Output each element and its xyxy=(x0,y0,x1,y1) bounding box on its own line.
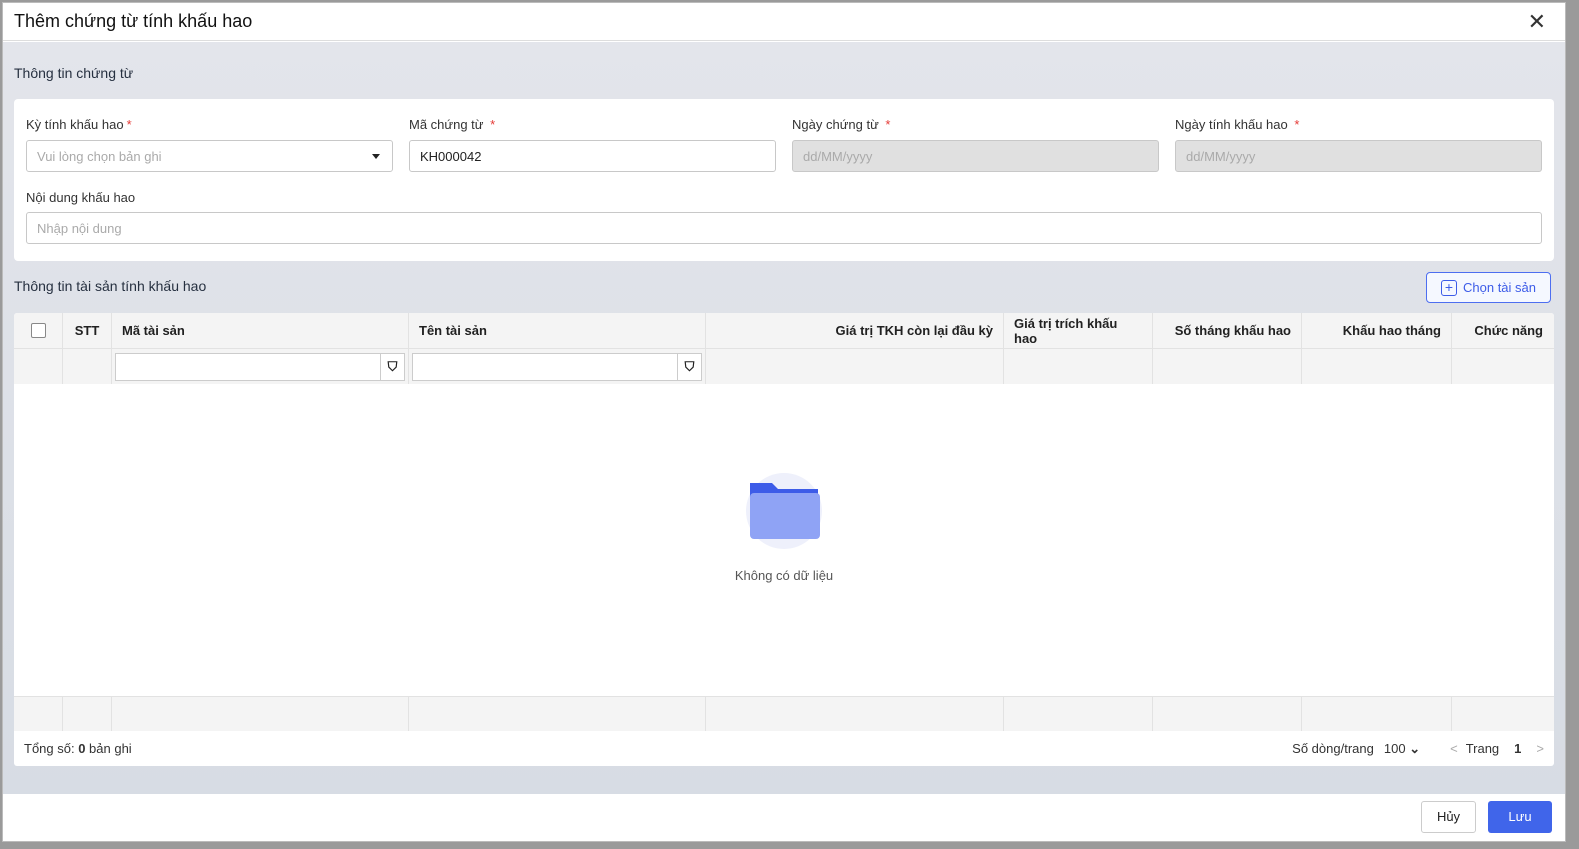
col-remaining-value: Giá trị TKH còn lại đầu kỳ xyxy=(706,313,1004,348)
filter-icon[interactable]: ⛉ xyxy=(677,353,701,380)
filter-row: ⛉ ⛉ xyxy=(14,349,1554,384)
period-label: Kỳ tính khấu hao * xyxy=(26,117,132,132)
dialog-title: Thêm chứng từ tính khấu hao xyxy=(14,11,253,31)
assets-section-title: Thông tin tài sản tính khấu hao xyxy=(14,278,207,294)
prev-page-icon[interactable]: < xyxy=(1450,741,1458,756)
dialog-footer: Hủy Lưu xyxy=(3,792,1565,841)
col-depreciation-value: Giá trị trích khấu hao xyxy=(1004,313,1153,348)
caret-down-icon xyxy=(372,154,380,159)
col-asset-code: Mã tài sản xyxy=(112,313,409,348)
current-page: 1 xyxy=(1514,741,1522,756)
date-input[interactable]: dd/MM/yyyy xyxy=(792,140,1159,172)
dialog-body: Thông tin chứng từ Kỳ tính khấu hao * Vui… xyxy=(3,42,1565,794)
save-button[interactable]: Lưu xyxy=(1488,800,1552,833)
asset-code-filter-input[interactable]: ⛉ xyxy=(115,352,405,381)
dialog-header: Thêm chứng từ tính khấu hao ✕ xyxy=(3,3,1565,41)
voucher-card: Kỳ tính khấu hao * Vui lòng chọn bản ghi … xyxy=(14,99,1554,261)
cancel-button[interactable]: Hủy xyxy=(1421,800,1476,833)
page-size-select[interactable]: 100 ⌄ xyxy=(1384,741,1420,757)
asset-name-filter-input[interactable]: ⛉ xyxy=(412,352,702,381)
choose-asset-button[interactable]: + Chọn tài sản xyxy=(1426,272,1551,303)
grid-header: STT Mã tài sản Tên tài sản Giá trị TKH c… xyxy=(14,313,1554,349)
plus-icon: + xyxy=(1441,279,1457,296)
col-actions: Chức năng xyxy=(1474,323,1543,338)
page-size-label: Số dòng/trang xyxy=(1292,741,1374,756)
date-label: Ngày chứng từ * xyxy=(792,117,891,132)
empty-state: Không có dữ liệu xyxy=(14,471,1554,583)
code-label: Mã chứng từ * xyxy=(409,117,496,132)
page-label: Trang xyxy=(1465,741,1500,756)
col-stt: STT xyxy=(63,313,112,348)
voucher-section-title: Thông tin chứng từ xyxy=(14,65,134,81)
content-label: Nội dung khấu hao xyxy=(26,190,136,205)
total-records: Tổng số: 0 bản ghi xyxy=(24,741,132,756)
empty-folder-icon xyxy=(746,473,822,549)
select-all-checkbox[interactable] xyxy=(14,313,63,348)
code-input[interactable]: KH000042 xyxy=(409,140,776,172)
dep-date-input[interactable]: dd/MM/yyyy xyxy=(1175,140,1542,172)
dep-date-label: Ngày tính khấu hao * xyxy=(1175,117,1300,132)
summary-row xyxy=(14,696,1554,731)
content-input[interactable]: Nhập nội dung xyxy=(26,212,1542,244)
next-page-icon[interactable]: > xyxy=(1536,741,1544,756)
close-icon[interactable]: ✕ xyxy=(1528,9,1546,35)
col-monthly: Khấu hao tháng xyxy=(1302,313,1452,348)
col-asset-name: Tên tài sản xyxy=(409,313,706,348)
col-months: Số tháng khấu hao xyxy=(1153,313,1302,348)
period-select[interactable]: Vui lòng chọn bản ghi xyxy=(26,140,393,172)
add-depreciation-dialog: Thêm chứng từ tính khấu hao ✕ Thông tin … xyxy=(2,2,1566,842)
pagination: Tổng số: 0 bản ghi Số dòng/trang 100 ⌄ <… xyxy=(14,731,1554,766)
filter-icon[interactable]: ⛉ xyxy=(380,353,404,380)
asset-grid: STT Mã tài sản Tên tài sản Giá trị TKH c… xyxy=(14,313,1554,766)
empty-text: Không có dữ liệu xyxy=(734,568,834,583)
